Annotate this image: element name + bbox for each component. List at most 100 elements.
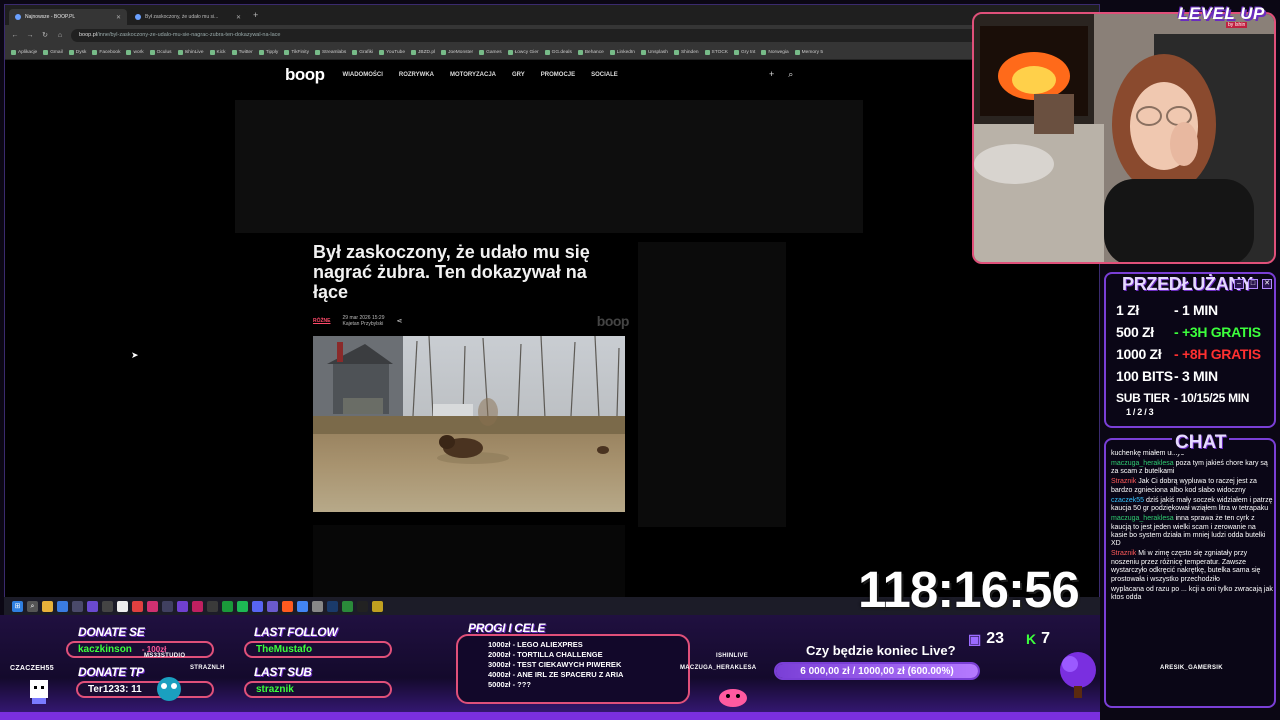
bookmark-icon	[11, 49, 16, 55]
spotify-icon[interactable]	[237, 600, 248, 612]
bookmark-item[interactable]: Streamlabs	[315, 49, 346, 55]
bookmark-item[interactable]: Games	[479, 49, 502, 55]
kick-icon: K	[1026, 631, 1037, 647]
category-link[interactable]: RÓŻNE	[313, 318, 331, 324]
nav-promocje[interactable]: PROMOCJE	[541, 72, 575, 78]
app-icon[interactable]	[87, 600, 98, 612]
chat-username[interactable]: maczuga_heraklesa	[1111, 460, 1176, 467]
app-icon[interactable]	[282, 600, 293, 612]
bookmark-item[interactable]: YouTube	[379, 49, 405, 55]
bookmark-item[interactable]: Behance	[577, 49, 604, 55]
chat-username[interactable]: czaczek55	[1111, 497, 1146, 504]
bookmark-item[interactable]: Gry tnt	[734, 49, 755, 55]
goal-item: 5000zł - ???	[488, 680, 531, 689]
folder-icon[interactable]	[42, 600, 53, 612]
app-icon[interactable]	[162, 600, 173, 612]
bookmark-item[interactable]: work	[126, 49, 144, 55]
bookmark-item[interactable]: Shinden	[673, 49, 699, 55]
app-icon[interactable]	[357, 600, 368, 612]
nav-sociale[interactable]: SOCIALE	[591, 72, 618, 78]
new-tab-icon[interactable]: +	[253, 10, 258, 20]
steam-icon[interactable]	[327, 600, 338, 612]
close-tab-icon[interactable]: ✕	[236, 14, 241, 21]
article-meta: RÓŻNE 29 mar 2026 15:29 Kajetan Przybyls…	[313, 313, 630, 329]
nav-motoryzacja[interactable]: MOTORYZACJA	[450, 72, 496, 78]
app-icon[interactable]	[312, 600, 323, 612]
bookmark-item[interactable]: Memory 5	[794, 49, 823, 55]
ad-placeholder	[235, 100, 863, 233]
bookmark-item[interactable]: Dysk	[68, 49, 86, 55]
bookmark-item[interactable]: Tipply	[258, 49, 278, 55]
bookmark-item[interactable]: Oculus	[149, 49, 172, 55]
bookmark-item[interactable]: Norwegia	[761, 49, 789, 55]
app-icon[interactable]	[342, 600, 353, 612]
chat-bubble-icon: ▣	[968, 630, 982, 647]
bookmark-item[interactable]: Gmail	[43, 49, 63, 55]
last-follow-label: LAST FOLLOW	[254, 625, 338, 639]
app-icon[interactable]	[102, 600, 113, 612]
xbox-icon[interactable]	[222, 600, 233, 612]
reload-icon[interactable]: ↻	[41, 31, 49, 39]
sub-tiers: 1 / 2 / 3	[1126, 407, 1154, 417]
chat-message: Straznik Mi w zimę często się zgniatały …	[1111, 550, 1261, 583]
app-icon[interactable]	[132, 600, 143, 612]
close-tab-icon[interactable]: ✕	[116, 14, 121, 21]
bookmark-item[interactable]: TikFinity	[284, 49, 309, 55]
prolong-row: 1000 Zł - +8H GRATIS	[1116, 346, 1261, 362]
donate-se-pill: kaczkinson - 100zł	[66, 641, 214, 658]
avatar-name: ARESIK_GAMERSIK	[1160, 665, 1223, 671]
nav-rozrywka[interactable]: ROZRYWKA	[399, 72, 434, 78]
bookmark-item[interactable]: Facebook	[92, 49, 120, 55]
bookmark-item[interactable]: JoeMonster	[441, 49, 473, 55]
bookmark-item[interactable]: JBZD.pl	[411, 49, 435, 55]
bookmark-icon	[68, 49, 74, 55]
bookmark-icon	[149, 49, 155, 55]
bookmark-item[interactable]: LinkedIn	[609, 49, 635, 55]
home-icon[interactable]: ⌂	[56, 32, 64, 39]
app-icon[interactable]	[177, 600, 188, 612]
app-icon[interactable]	[57, 600, 68, 612]
bookmarks-bar: Aplikacje Gmail Dysk Facebook work Oculus Ishi…	[5, 45, 1099, 60]
url-field[interactable]: boop.pl/inne/byl-zaskoczony-ze-udalo-mu-…	[71, 28, 1031, 42]
plus-icon[interactable]: +	[769, 69, 774, 80]
app-icon[interactable]	[192, 600, 203, 612]
chrome-icon[interactable]	[297, 600, 308, 612]
sidebar-ad-placeholder	[638, 242, 786, 527]
bookmark-item[interactable]: Twitter	[231, 49, 253, 55]
bookmark-item[interactable]: Łowcy Gier	[507, 49, 539, 55]
start-icon[interactable]: ⊞	[12, 600, 23, 612]
bookmark-item[interactable]: Unsplash	[640, 49, 668, 55]
donate-tp-label: DONATE TP	[78, 665, 144, 679]
bookmark-item[interactable]: Aplikacje	[11, 49, 37, 55]
nav-wiadomosci[interactable]: WIADOMOŚCI	[343, 72, 383, 78]
article-photo[interactable]	[313, 336, 625, 512]
chat-username[interactable]: Straznik	[1111, 478, 1138, 485]
chat-title: CHAT	[1172, 432, 1230, 454]
forward-icon[interactable]: →	[26, 32, 34, 39]
search-icon[interactable]: ⌕	[788, 69, 793, 80]
app-icon[interactable]	[372, 600, 383, 612]
discord-icon[interactable]	[252, 600, 263, 612]
nav-gry[interactable]: GRY	[512, 72, 525, 78]
chat-username[interactable]: maczuga_heraklesa	[1111, 515, 1176, 522]
article-author[interactable]: Kajetan Przybylski	[343, 321, 385, 327]
app-icon[interactable]	[267, 600, 278, 612]
bookmark-item[interactable]: STOCK	[704, 49, 728, 55]
app-icon[interactable]	[147, 600, 158, 612]
back-icon[interactable]: ←	[11, 32, 19, 39]
bookmark-item[interactable]: Kick	[209, 49, 226, 55]
chat-username[interactable]: Straznik	[1111, 550, 1138, 557]
bookmark-item[interactable]: IshinLive	[177, 49, 204, 55]
tab-najnowsze[interactable]: Najnowsze - BOOP.PL ✕	[9, 9, 127, 25]
bookmark-item[interactable]: GG.deals	[544, 49, 572, 55]
app-icon[interactable]	[72, 600, 83, 612]
search-icon[interactable]: ⌕	[27, 600, 38, 612]
app-icon[interactable]	[117, 600, 128, 612]
tab-article[interactable]: Był zaskoczony, że udało mu si... ✕	[129, 9, 247, 25]
bookmark-icon	[609, 49, 615, 55]
article-headline: Był zaskoczony, że udało mu się nagrać ż…	[313, 242, 590, 302]
share-icon[interactable]: ⋖	[396, 317, 402, 325]
app-icon[interactable]	[207, 600, 218, 612]
bookmark-item[interactable]: Grafiki	[352, 49, 373, 55]
site-logo[interactable]: boop	[285, 65, 325, 85]
